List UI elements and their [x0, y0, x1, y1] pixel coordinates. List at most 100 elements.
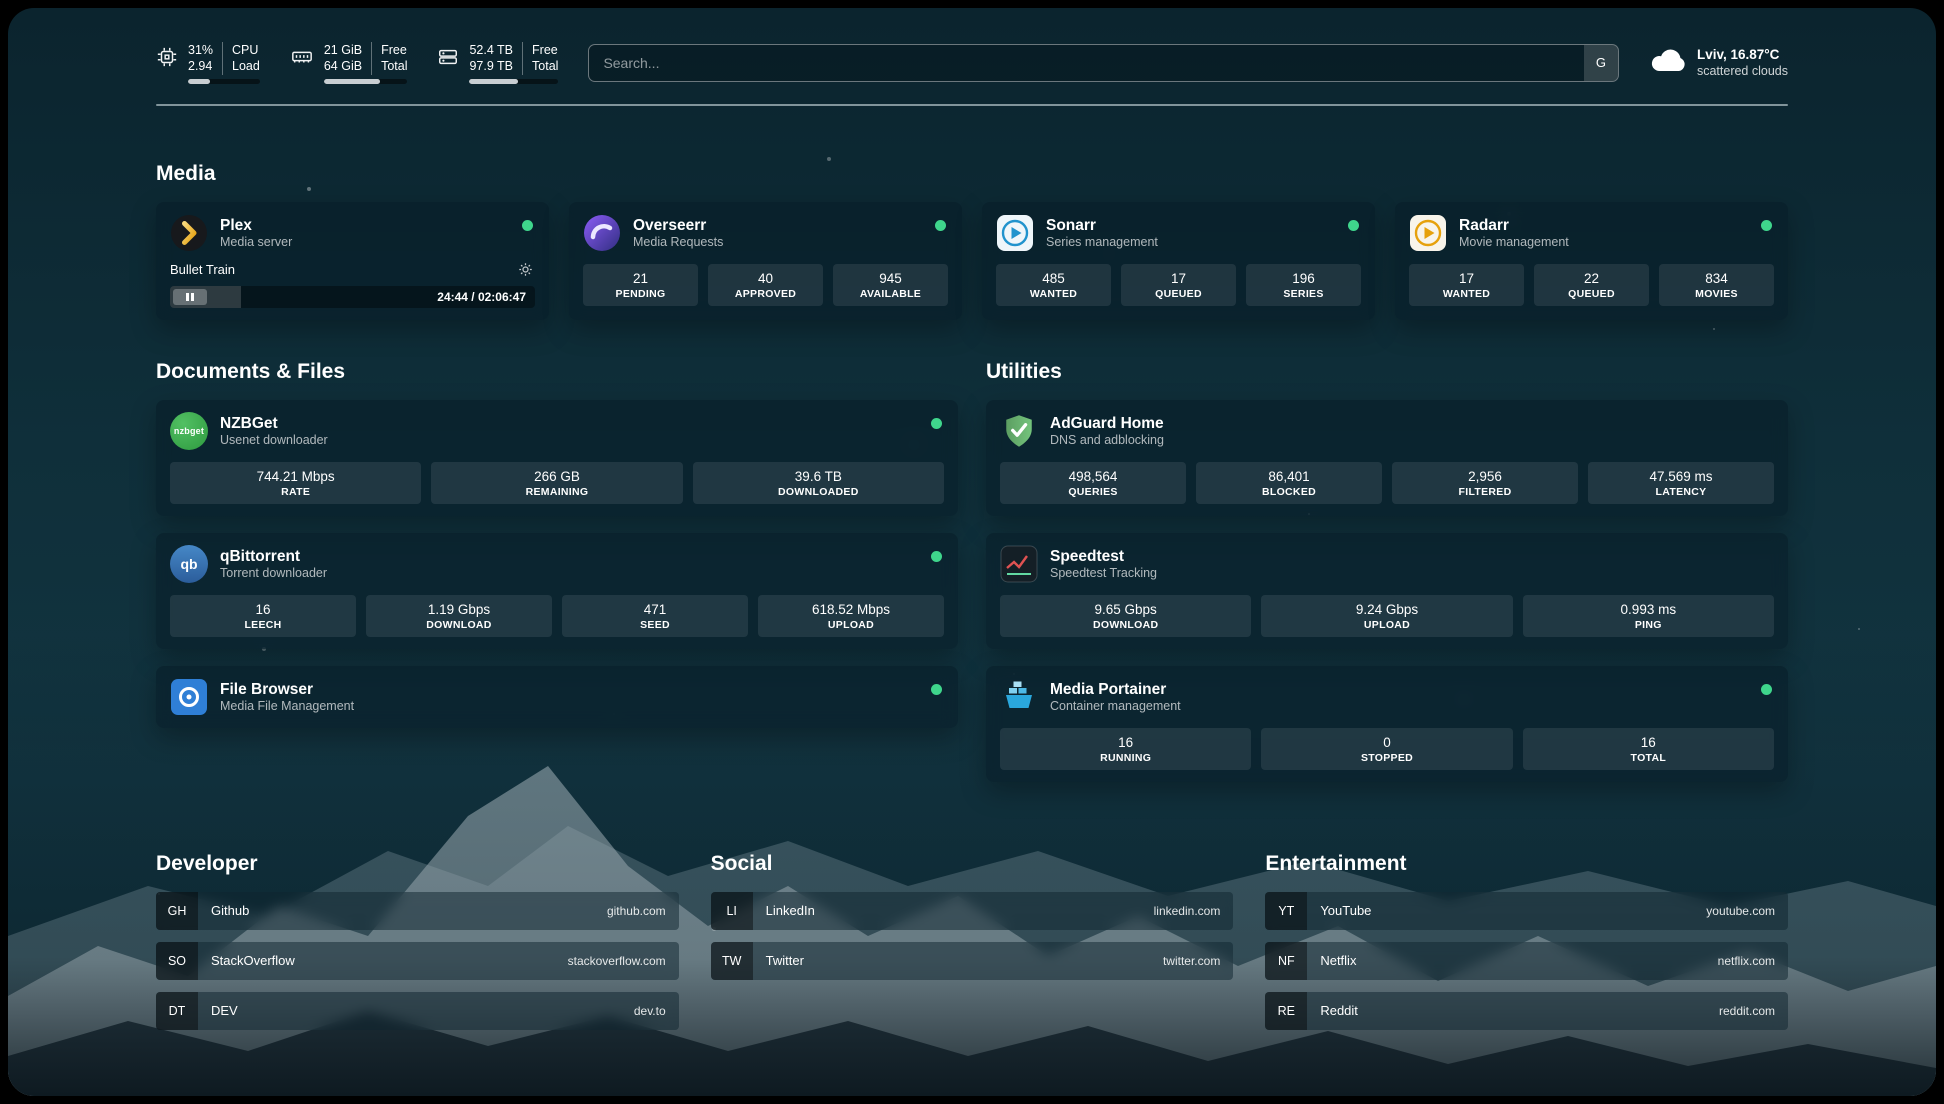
bookmark-abbr: NF: [1265, 942, 1307, 980]
service-name: AdGuard Home: [1050, 414, 1754, 433]
bookmark-github[interactable]: GH Github github.com: [156, 892, 679, 930]
stat-remaining: 266 GB REMAINING: [431, 462, 682, 504]
bookmark-abbr: DT: [156, 992, 198, 1030]
settings-gear-icon[interactable]: [516, 260, 535, 279]
bookmark-abbr: GH: [156, 892, 198, 930]
stat-queued: 22 QUEUED: [1534, 264, 1649, 306]
speedtest-icon: [1000, 545, 1038, 583]
qbittorrent-icon: qb: [170, 545, 208, 583]
service-subtitle: Media Requests: [633, 235, 928, 249]
ram-total: 64 GiB: [324, 58, 362, 74]
stat-upload: 9.24 Gbps UPLOAD: [1261, 595, 1512, 637]
ram-total-label: Total: [381, 58, 407, 74]
ram-widget: 21 GiB 64 GiB Free Total: [290, 42, 408, 84]
status-dot: [931, 418, 942, 429]
bookmark-linkedin[interactable]: LI LinkedIn linkedin.com: [711, 892, 1234, 930]
bookmark-reddit[interactable]: RE Reddit reddit.com: [1265, 992, 1788, 1030]
service-subtitle: Media server: [220, 235, 515, 249]
cpu-chip-icon: [156, 46, 178, 73]
service-name: Media Portainer: [1050, 680, 1754, 699]
bookmark-stackoverflow[interactable]: SO StackOverflow stackoverflow.com: [156, 942, 679, 980]
bookmark-netflix[interactable]: NF Netflix netflix.com: [1265, 942, 1788, 980]
utilities-column: Utilities: [986, 360, 1788, 782]
stat-total: 16 TOTAL: [1523, 728, 1774, 770]
service-card-radarr[interactable]: Radarr Movie management 17 WANTED 22 QUE…: [1395, 202, 1788, 320]
search-provider-button[interactable]: G: [1584, 45, 1618, 81]
bookmarks-developer: Developer GH Github github.com SO StackO…: [156, 852, 679, 1042]
stat-download: 1.19 Gbps DOWNLOAD: [366, 595, 552, 637]
bookmarks-social: Social LI LinkedIn linkedin.com TW Twitt…: [711, 852, 1234, 1042]
disk-widget: 52.4 TB 97.9 TB Free Total: [437, 42, 558, 84]
service-name: Radarr: [1459, 216, 1754, 235]
topbar: 31% 2.94 CPU Load: [156, 42, 1788, 84]
service-card-qbittorrent[interactable]: qb qBittorrent Torrent downloader 16 LEE…: [156, 533, 958, 649]
status-dot: [931, 684, 942, 695]
stat-ping: 0.993 ms PING: [1523, 595, 1774, 637]
stat-blocked: 86,401 BLOCKED: [1196, 462, 1382, 504]
service-card-nzbget[interactable]: nzbget NZBGet Usenet downloader 744.21 M…: [156, 400, 958, 516]
pause-button[interactable]: [173, 289, 207, 305]
stat-downloaded: 39.6 TB DOWNLOADED: [693, 462, 944, 504]
service-card-filebrowser[interactable]: File Browser Media File Management: [156, 666, 958, 728]
service-card-speedtest[interactable]: Speedtest Speedtest Tracking 9.65 Gbps D…: [986, 533, 1788, 649]
service-name: Sonarr: [1046, 216, 1341, 235]
service-subtitle: Torrent downloader: [220, 566, 924, 580]
disk-usage-bar: [469, 79, 558, 84]
cpu-percent: 31%: [188, 42, 213, 58]
service-card-plex[interactable]: Plex Media server Bullet Train: [156, 202, 549, 320]
section-title-entertainment: Entertainment: [1265, 852, 1788, 876]
bookmark-url: twitter.com: [1163, 954, 1233, 968]
playback-time: 24:44 / 02:06:47: [437, 286, 526, 308]
service-subtitle: Usenet downloader: [220, 433, 924, 447]
stat-series: 196 SERIES: [1246, 264, 1361, 306]
now-playing-block: Bullet Train 24:44 / 0: [170, 260, 535, 308]
status-dot: [1348, 220, 1359, 231]
service-name: Overseerr: [633, 216, 928, 235]
status-dot: [931, 551, 942, 562]
playback-progress-bar[interactable]: 24:44 / 02:06:47: [170, 286, 535, 308]
stat-wanted: 17 WANTED: [1409, 264, 1524, 306]
stat-queued: 17 QUEUED: [1121, 264, 1236, 306]
service-subtitle: Media File Management: [220, 699, 924, 713]
snow-specks: [8, 8, 10, 10]
stat-upload: 618.52 Mbps UPLOAD: [758, 595, 944, 637]
service-card-overseerr[interactable]: Overseerr Media Requests 21 PENDING 40 A…: [569, 202, 962, 320]
cloud-icon: [1649, 47, 1687, 78]
bookmark-abbr: LI: [711, 892, 753, 930]
bookmark-youtube[interactable]: YT YouTube youtube.com: [1265, 892, 1788, 930]
sonarr-icon: [996, 214, 1034, 252]
stat-leech: 16 LEECH: [170, 595, 356, 637]
adguard-shield-icon: [1000, 412, 1038, 450]
bookmark-dev[interactable]: DT DEV dev.to: [156, 992, 679, 1030]
search-input[interactable]: [588, 44, 1619, 82]
status-dot: [935, 220, 946, 231]
stat-approved: 40 APPROVED: [708, 264, 823, 306]
disk-total: 97.9 TB: [469, 58, 513, 74]
service-card-portainer[interactable]: Media Portainer Container management 16 …: [986, 666, 1788, 782]
section-title-social: Social: [711, 852, 1234, 876]
service-subtitle: Speedtest Tracking: [1050, 566, 1754, 580]
service-name: Speedtest: [1050, 547, 1754, 566]
weather-location: Lviv, 16.87°C: [1697, 46, 1788, 64]
now-playing-title: Bullet Train: [170, 262, 235, 277]
bookmark-url: dev.to: [634, 1004, 679, 1018]
cpu-widget: 31% 2.94 CPU Load: [156, 42, 260, 84]
ram-free: 21 GiB: [324, 42, 362, 58]
documents-column: Documents & Files nzbget NZBGet Usenet d…: [156, 360, 958, 728]
dashboard-screen: 31% 2.94 CPU Load: [8, 8, 1936, 1096]
service-card-adguard[interactable]: AdGuard Home DNS and adblocking 498,564 …: [986, 400, 1788, 516]
media-cards-row: Plex Media server Bullet Train: [156, 202, 1788, 320]
stat-stopped: 0 STOPPED: [1261, 728, 1512, 770]
service-card-sonarr[interactable]: Sonarr Series management 485 WANTED 17 Q…: [982, 202, 1375, 320]
bookmark-url: reddit.com: [1719, 1004, 1788, 1018]
stat-latency: 47.569 ms LATENCY: [1588, 462, 1774, 504]
service-name: qBittorrent: [220, 547, 924, 566]
search-bar: G: [588, 44, 1619, 82]
section-title-developer: Developer: [156, 852, 679, 876]
bookmark-url: netflix.com: [1718, 954, 1788, 968]
stat-download: 9.65 Gbps DOWNLOAD: [1000, 595, 1251, 637]
stat-seed: 471 SEED: [562, 595, 748, 637]
bookmark-twitter[interactable]: TW Twitter twitter.com: [711, 942, 1234, 980]
cpu-load: 2.94: [188, 58, 213, 74]
bookmark-name: Github: [198, 903, 607, 918]
